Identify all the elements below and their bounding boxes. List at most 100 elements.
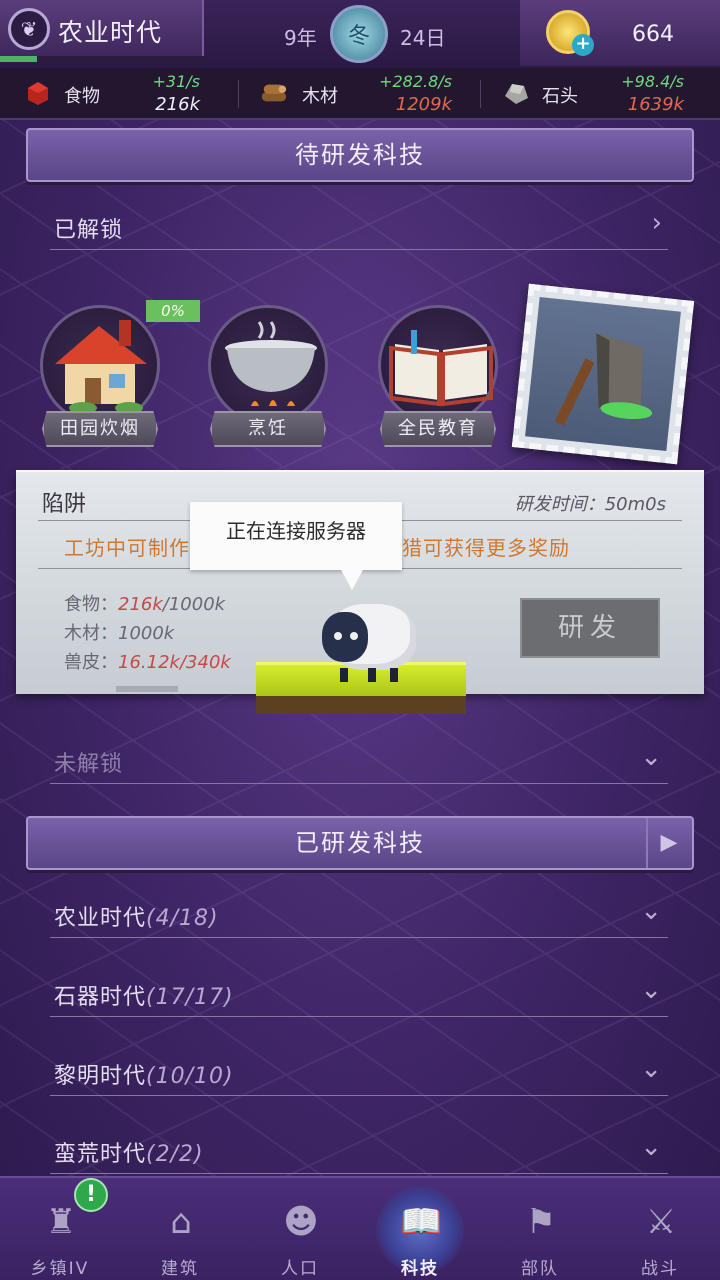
era-label: 黎明时代(10/10) (54, 1064, 234, 1089)
bottom-nav: ♜ ! 乡镇IV ⌂ 建筑 ☻ 人口 📖 科技 ⚑ 部队 ⚔ 战斗 (0, 1176, 720, 1280)
add-gold-icon[interactable]: + (572, 34, 594, 56)
nav-label: 乡镇IV (30, 1259, 90, 1279)
resource-bar: 食物 +31/s 216k 木材 +282.8/s 1209k 石头 +98.4… (0, 68, 720, 120)
research-button[interactable]: 研发 (520, 598, 660, 658)
tech-label: 田园炊烟 (42, 411, 158, 447)
tech-description: 工坊中可制作 (64, 536, 190, 560)
nav-label: 科技 (401, 1259, 439, 1279)
chevron-down-icon: ⌄ (640, 975, 662, 1005)
cost-hide: 兽皮：16.12k/340k (64, 648, 231, 674)
tech-label: 烹饪 (210, 411, 326, 447)
cost-name: 食物： (64, 594, 118, 615)
nav-label: 部队 (521, 1259, 559, 1279)
alert-badge: ! (74, 1178, 108, 1212)
unlocked-row[interactable]: 已解锁 › (50, 202, 668, 250)
era-row-agriculture[interactable]: 农业时代(4/18) ⌄ (50, 890, 668, 938)
resource-amount: 1209k (395, 94, 452, 115)
book-icon: 📖 (400, 1202, 443, 1242)
locked-row[interactable]: 未解锁 ⌄ (50, 736, 668, 784)
wood-icon (261, 84, 287, 102)
tech-item-cooking[interactable]: 烹饪 (206, 305, 330, 455)
tech-description-cont: 猎可获得更多奖励 (402, 536, 570, 560)
gold-amount: 664 (632, 22, 674, 47)
resource-stone[interactable]: 石头 +98.4/s 1639k (494, 68, 720, 120)
cost-need: 1000k (118, 623, 175, 644)
cost-food: 食物：216k/1000k (64, 590, 225, 616)
book-icon (378, 305, 498, 425)
divider (238, 80, 239, 108)
season-icon[interactable]: 冬 (330, 5, 388, 63)
resource-wood[interactable]: 木材 +282.8/s 1209k (250, 68, 480, 120)
cost-have: 16.12k (118, 652, 180, 673)
sheep-eye (334, 632, 342, 640)
resource-amount: 216k (155, 94, 200, 115)
nav-town[interactable]: ♜ ! 乡镇IV (0, 1178, 120, 1280)
divider (480, 80, 481, 108)
tech-item-education[interactable]: 全民教育 (376, 305, 500, 455)
nav-buildings[interactable]: ⌂ 建筑 (120, 1178, 240, 1280)
resource-food[interactable]: 食物 +31/s 216k (0, 68, 236, 120)
cost-wood: 木材：1000k (64, 619, 174, 645)
tech-title: 陷阱 (42, 492, 87, 517)
era-row-wild[interactable]: 蛮荒时代(2/2) ⌄ (50, 1126, 668, 1174)
pending-tech-header[interactable]: 待研发科技 (26, 128, 694, 182)
nav-label: 人口 (281, 1259, 319, 1279)
pot-icon (208, 305, 328, 425)
sheep-leg (340, 668, 348, 682)
progress-badge: 0% (146, 300, 200, 322)
gold-panel[interactable]: + 664 (520, 0, 720, 66)
era-progress-bar (0, 56, 204, 62)
house-icon: ⌂ (170, 1202, 192, 1242)
cost-need: /1000k (162, 594, 226, 615)
year-label: 9年 (284, 26, 317, 50)
sheep-head (322, 612, 368, 662)
selected-tech-stamp[interactable] (511, 283, 695, 465)
researched-tech-header[interactable]: 已研发科技 ▶ (26, 816, 694, 870)
nav-label: 战斗 (641, 1259, 679, 1279)
scroll-indicator (116, 686, 178, 692)
person-icon: ☻ (283, 1202, 319, 1242)
sheep-leg (390, 668, 398, 682)
chevron-down-icon: ⌄ (640, 896, 662, 926)
resource-name: 木材 (302, 86, 338, 107)
resource-amount: 1639k (627, 94, 684, 115)
cost-name: 木材： (64, 623, 118, 644)
chevron-down-icon: ⌄ (640, 1054, 662, 1084)
tech-item-cottage[interactable]: 田园炊烟 (38, 305, 162, 455)
nav-population[interactable]: ☻ 人口 (240, 1178, 360, 1280)
castle-icon: ♜ (45, 1202, 77, 1242)
researched-title: 已研发科技 (295, 829, 425, 857)
banner-icon: ⚑ (525, 1202, 557, 1242)
nav-label: 建筑 (161, 1259, 199, 1279)
resource-name: 食物 (64, 86, 100, 107)
chevron-right-icon: › (651, 208, 662, 238)
wheat-icon: ❦ (8, 8, 50, 50)
resource-rate: +31/s (152, 72, 201, 91)
era-row-dawn[interactable]: 黎明时代(10/10) ⌄ (50, 1048, 668, 1096)
era-label: 农业时代(4/18) (54, 906, 219, 931)
nav-tech[interactable]: 📖 科技 (360, 1178, 480, 1280)
cost-have: 216k (118, 594, 163, 615)
cottage-icon (40, 305, 160, 425)
nav-troops[interactable]: ⚑ 部队 (480, 1178, 600, 1280)
tech-label: 全民教育 (380, 411, 496, 447)
meat-icon (28, 82, 48, 105)
nav-battle[interactable]: ⚔ 战斗 (600, 1178, 720, 1280)
chevron-down-icon: ⌄ (640, 742, 662, 772)
stone-icon (505, 84, 528, 104)
era-panel[interactable]: ❦ 农业时代 (0, 0, 204, 62)
era-name: 农业时代 (58, 18, 163, 47)
resource-rate: +282.8/s (379, 72, 452, 91)
locked-label: 未解锁 (54, 752, 124, 777)
cost-need: /340k (179, 652, 231, 673)
era-label: 蛮荒时代(2/2) (54, 1142, 204, 1167)
connecting-tooltip: 正在连接服务器 (190, 502, 402, 570)
era-row-stone[interactable]: 石器时代(17/17) ⌄ (50, 969, 668, 1017)
chevron-down-icon: ⌄ (640, 1132, 662, 1162)
resource-rate: +98.4/s (621, 72, 684, 91)
crossed-swords-icon: ⚔ (645, 1202, 677, 1242)
resource-name: 石头 (542, 86, 578, 107)
cost-name: 兽皮： (64, 652, 118, 673)
play-arrow-icon[interactable]: ▶ (646, 818, 692, 868)
sheep-eye (350, 632, 358, 640)
